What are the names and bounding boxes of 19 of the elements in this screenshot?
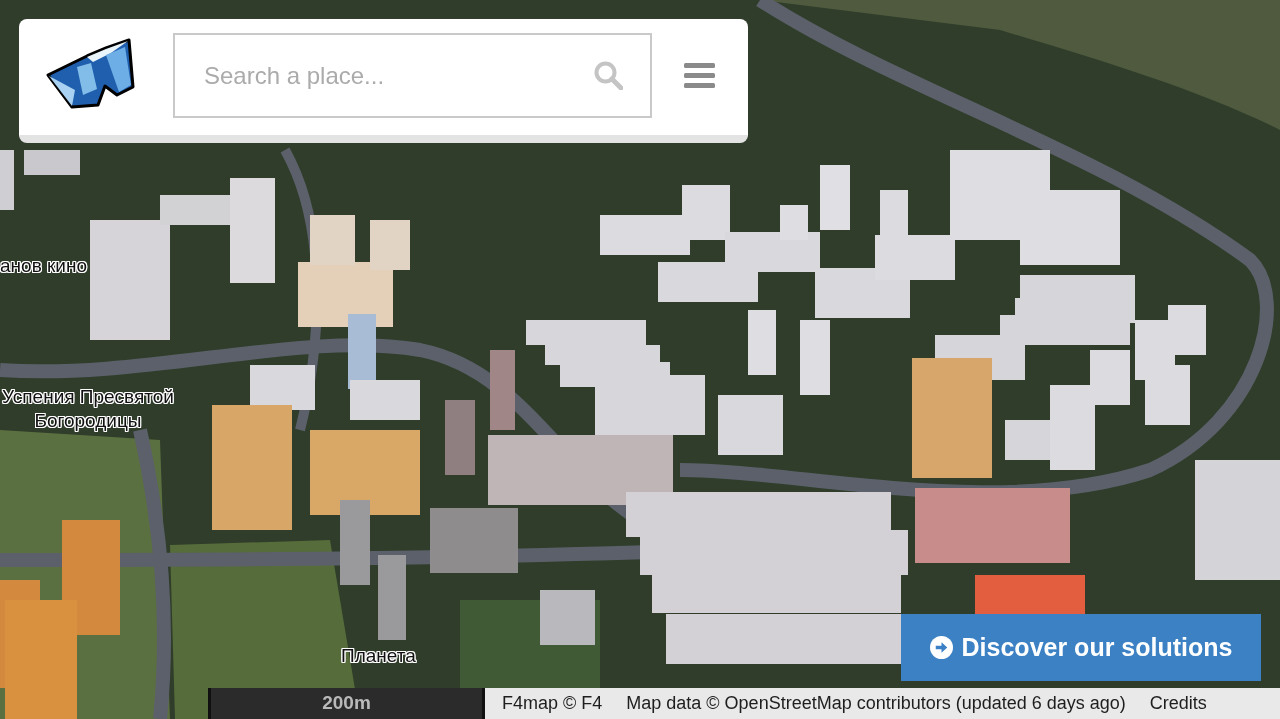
discover-button[interactable]: Discover our solutions bbox=[901, 614, 1261, 681]
map-label: Успения Пресвятой Богородицы bbox=[2, 385, 174, 433]
building bbox=[24, 150, 80, 175]
building bbox=[1145, 365, 1190, 425]
search-icon[interactable] bbox=[594, 61, 623, 90]
building bbox=[718, 395, 783, 455]
building bbox=[1168, 305, 1206, 355]
building bbox=[748, 310, 776, 375]
building bbox=[540, 590, 595, 645]
map-label: Планета bbox=[341, 644, 416, 668]
building bbox=[0, 150, 14, 210]
menu-icon[interactable] bbox=[684, 63, 715, 88]
search-field[interactable]: Search a place... bbox=[173, 33, 652, 118]
map-label: анов кино bbox=[0, 254, 87, 278]
attribution-link[interactable]: F4map © F4 bbox=[502, 690, 603, 717]
scale-bar: 200m bbox=[208, 688, 485, 719]
attribution-link[interactable]: Map data © OpenStreetMap contributors (updated 6 days ago) bbox=[626, 690, 1126, 717]
building bbox=[820, 165, 850, 230]
attribution-link[interactable]: Credits bbox=[1149, 690, 1207, 717]
